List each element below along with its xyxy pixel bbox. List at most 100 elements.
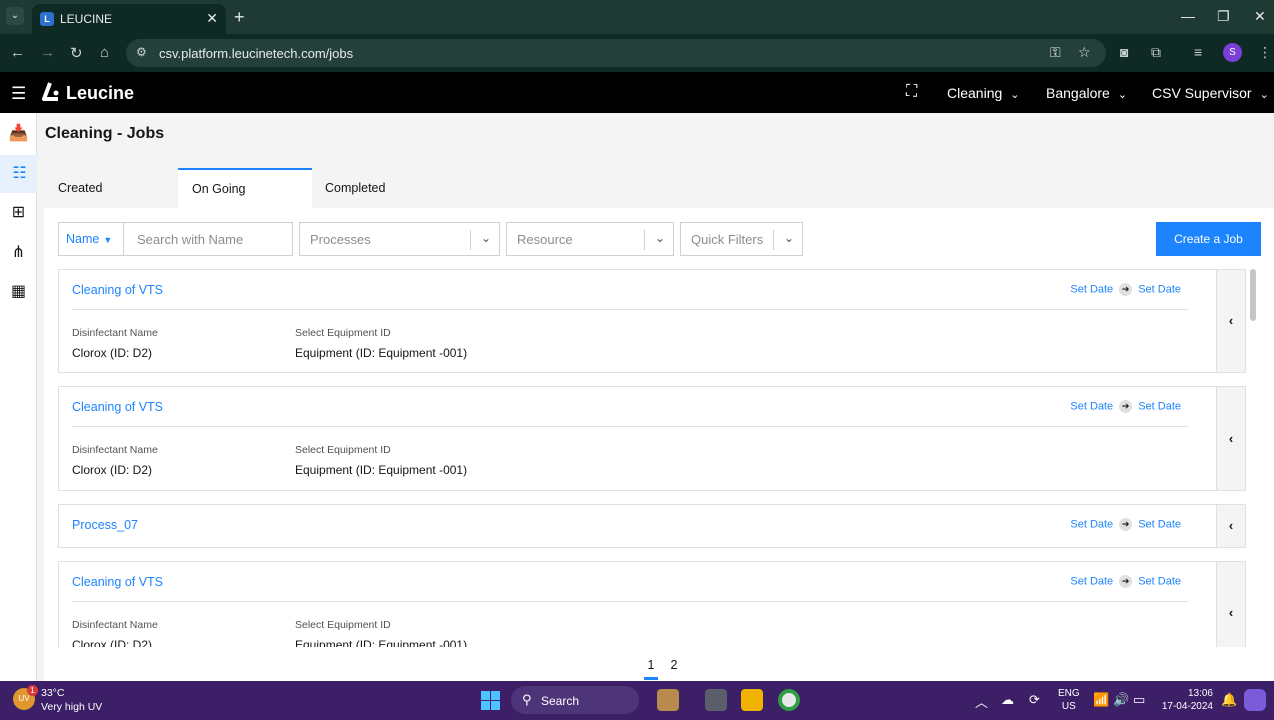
bookmark-star-icon[interactable]: ☆ xyxy=(1078,44,1091,61)
restore-icon[interactable]: ❐ xyxy=(1217,8,1230,25)
expand-card-chevron-left-icon[interactable]: ‹ xyxy=(1216,505,1245,547)
reports-calculator-icon[interactable]: ▦ xyxy=(0,273,37,311)
wifi-icon[interactable]: 📶 xyxy=(1093,692,1109,708)
new-tab-icon[interactable]: + xyxy=(234,7,245,28)
input-language[interactable]: ENG US xyxy=(1058,687,1080,713)
search-field-label: Name xyxy=(66,232,100,246)
use-case-label: Cleaning xyxy=(947,85,1003,101)
search-input[interactable] xyxy=(124,223,284,255)
chevron-down-icon: ⌄ xyxy=(654,231,665,245)
create-job-button[interactable]: Create a Job xyxy=(1156,222,1261,256)
select-separator xyxy=(470,230,471,250)
widget-character-icon[interactable] xyxy=(657,689,679,711)
end-date-link[interactable]: Set Date xyxy=(1138,518,1181,530)
taskbar-search-label: Search xyxy=(541,694,580,708)
tab-on-going[interactable]: On Going xyxy=(178,168,312,208)
profile-avatar[interactable]: S xyxy=(1223,43,1242,62)
weather-description[interactable]: Very high UV xyxy=(41,701,102,713)
arrow-right-icon: ➔ xyxy=(1119,283,1133,296)
browser-tab[interactable]: L LEUCINE ✕ xyxy=(32,4,226,34)
start-date-link[interactable]: Set Date xyxy=(1070,283,1113,295)
weather-temperature[interactable]: 33°C xyxy=(41,687,64,699)
file-explorer-icon[interactable] xyxy=(741,689,763,711)
back-icon[interactable]: ← xyxy=(10,44,25,61)
expand-card-chevron-left-icon[interactable]: ‹ xyxy=(1216,270,1245,372)
extensions-icon[interactable]: ⧉ xyxy=(1151,44,1161,61)
forward-icon[interactable]: → xyxy=(40,44,55,61)
hamburger-menu-icon[interactable]: ☰ xyxy=(11,84,26,104)
parameter-value: Clorox (ID: D2) xyxy=(72,638,153,647)
notification-bell-icon[interactable]: 🔔 xyxy=(1221,692,1237,708)
tab-search-icon[interactable]: ⌄ xyxy=(6,7,24,25)
browser-menu-icon[interactable]: ⋮ xyxy=(1258,44,1272,61)
close-window-icon[interactable]: ✕ xyxy=(1254,8,1266,25)
end-date-link[interactable]: Set Date xyxy=(1138,400,1181,412)
browser-tab-strip: ⌄ L LEUCINE ✕ + — ❐ ✕ xyxy=(0,0,1274,34)
parameter-value: Clorox (ID: D2) xyxy=(72,463,153,477)
password-key-icon[interactable]: ⚿ xyxy=(1050,44,1061,61)
end-date-link[interactable]: Set Date xyxy=(1138,283,1181,295)
job-card[interactable]: Cleaning of VTS Set Date ➔ Set Date Disinf… xyxy=(58,561,1246,647)
expand-card-chevron-left-icon[interactable]: ‹ xyxy=(1216,387,1245,490)
media-control-icon[interactable]: ≡ xyxy=(1194,44,1202,60)
job-title[interactable]: Cleaning of VTS xyxy=(72,575,163,589)
ontology-hierarchy-icon[interactable]: ⋔ xyxy=(0,234,37,272)
job-title[interactable]: Cleaning of VTS xyxy=(72,400,163,414)
task-view-icon[interactable] xyxy=(705,689,727,711)
sync-icon[interactable]: ⟳ xyxy=(1029,692,1040,708)
processes-select[interactable]: Processes ⌄ xyxy=(299,222,500,256)
browser-toolbar: ← → ↻ ⌂ ⚙ csv.platform.leucinetech.com/j… xyxy=(0,34,1274,72)
job-title[interactable]: Process_07 xyxy=(72,518,138,532)
start-date-link[interactable]: Set Date xyxy=(1070,518,1113,530)
end-date-link[interactable]: Set Date xyxy=(1138,575,1181,587)
chevron-down-icon: ⌄ xyxy=(1010,89,1020,101)
quick-filters-select[interactable]: Quick Filters ⌄ xyxy=(680,222,803,256)
scan-icon[interactable]: ⛶ xyxy=(906,83,917,101)
address-bar[interactable]: ⚙ csv.platform.leucinetech.com/jobs ⚿ ☆ xyxy=(126,39,1106,67)
job-card[interactable]: Cleaning of VTS Set Date ➔ Set Date Disinf… xyxy=(58,386,1246,491)
close-tab-icon[interactable]: ✕ xyxy=(206,10,218,27)
process-flow-icon[interactable]: ⊞ xyxy=(0,194,37,232)
start-date-link[interactable]: Set Date xyxy=(1070,575,1113,587)
tab-created[interactable]: Created xyxy=(44,168,178,208)
battery-icon[interactable]: ▭ xyxy=(1133,692,1145,708)
system-clock[interactable]: 13:06 17-04-2024 xyxy=(1157,687,1213,713)
volume-icon[interactable]: 🔊 xyxy=(1113,692,1129,708)
leucine-logo-icon xyxy=(42,82,59,101)
site-info-icon[interactable]: ⚙ xyxy=(136,45,147,59)
reload-icon[interactable]: ↻ xyxy=(70,44,83,62)
clock-date: 17-04-2024 xyxy=(1161,701,1213,712)
onedrive-cloud-icon[interactable]: ☁ xyxy=(1001,692,1014,708)
search-field-selector[interactable]: Name ▼ xyxy=(58,222,124,256)
jobs-checklist-icon[interactable]: ☷ xyxy=(0,155,37,193)
home-icon[interactable]: ⌂ xyxy=(100,44,109,61)
chevron-down-icon: ⌄ xyxy=(480,231,491,245)
show-hidden-icons-chevron-icon[interactable]: ︿ xyxy=(975,692,988,711)
expand-card-chevron-left-icon[interactable]: ‹ xyxy=(1216,562,1245,647)
job-dates: Set Date ➔ Set Date xyxy=(1070,518,1181,531)
resource-placeholder: Resource xyxy=(517,232,573,247)
job-list-scrollbar[interactable] xyxy=(1250,269,1256,321)
taskbar-search[interactable]: ⚲ Search xyxy=(511,686,639,714)
copilot-icon[interactable] xyxy=(1244,689,1266,711)
start-date-link[interactable]: Set Date xyxy=(1070,400,1113,412)
parameter-label: Disinfectant Name xyxy=(72,444,158,456)
facility-dropdown[interactable]: Bangalore ⌄ xyxy=(1046,85,1127,101)
user-role-dropdown[interactable]: CSV Supervisor ⌄ xyxy=(1152,85,1269,101)
page-2-link[interactable]: 2 xyxy=(667,658,681,672)
inbox-icon[interactable]: 📥 xyxy=(0,115,37,153)
job-title[interactable]: Cleaning of VTS xyxy=(72,283,163,297)
page-title: Cleaning - Jobs xyxy=(45,125,165,142)
tab-completed[interactable]: Completed xyxy=(311,168,445,208)
job-card[interactable]: Cleaning of VTS Set Date ➔ Set Date Disinf… xyxy=(58,269,1246,373)
parameter-value: Clorox (ID: D2) xyxy=(72,346,153,360)
minimize-icon[interactable]: — xyxy=(1181,8,1195,24)
windows-start-icon[interactable] xyxy=(481,691,500,710)
chrome-icon[interactable] xyxy=(778,689,800,711)
facility-use-case-dropdown[interactable]: Cleaning ⌄ xyxy=(947,85,1019,101)
page-1-link[interactable]: 1 xyxy=(644,658,658,680)
job-card[interactable]: Process_07 Set Date ➔ Set Date ‹ xyxy=(58,504,1246,548)
parameter-label: Select Equipment ID xyxy=(295,619,391,631)
camera-extension-icon[interactable]: ◙ xyxy=(1120,44,1128,60)
resource-select[interactable]: Resource ⌄ xyxy=(506,222,674,256)
